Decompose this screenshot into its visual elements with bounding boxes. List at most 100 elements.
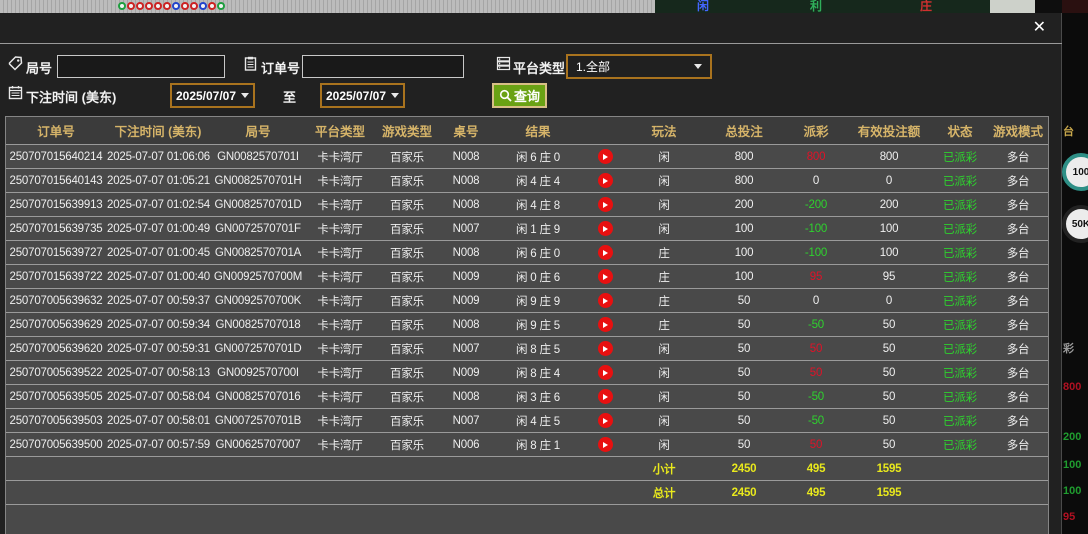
cell-total-bet: 100 [702, 216, 786, 241]
screen: 闲利庄 台 100 50K 彩 800 200 100 100 95 ✕ 局号 订单号 平台类型… [0, 0, 1088, 534]
cell-game-no: GN0092570700M [210, 264, 306, 289]
cell-mode: 多台 [988, 384, 1048, 409]
background-bet-zone: 闲利庄 [655, 0, 990, 13]
grand-total-end-spacer [932, 480, 1048, 505]
play-triangle [603, 393, 608, 400]
cell-game-type: 百家乐 [374, 336, 440, 361]
play-icon[interactable] [597, 365, 613, 380]
header-table_no: 桌号 [440, 117, 492, 145]
play-icon[interactable] [597, 197, 613, 212]
cell-platform: 卡卡湾厅 [306, 384, 374, 409]
cell-total-bet: 50 [702, 432, 786, 457]
cell-order-no: 250707005639629 [6, 312, 106, 337]
play-triangle [603, 321, 608, 328]
cell-payout: 0 [786, 168, 846, 193]
play-triangle [603, 297, 608, 304]
platform-type-value: 1.全部 [576, 60, 611, 74]
table-row: 250707015639913 2025-07-07 01:02:54 GN0082… [6, 192, 1048, 217]
date-to-picker[interactable]: 2025/07/07 [320, 83, 405, 108]
cell-valid-bet: 50 [846, 384, 932, 409]
play-triangle [603, 345, 608, 352]
cell-status: 已派彩 [932, 264, 988, 289]
play-triangle [603, 225, 608, 232]
cell-bet-side: 闲 [626, 216, 702, 241]
roadmap-dot [145, 2, 153, 10]
play-icon[interactable] [597, 413, 613, 428]
cell-mode: 多台 [988, 408, 1048, 433]
play-icon[interactable] [597, 389, 613, 404]
cell-result: 闲 9 庄 9 [492, 288, 584, 313]
subtotal-valid-bet: 1595 [846, 456, 932, 481]
cell-mode: 多台 [988, 360, 1048, 385]
play-icon[interactable] [597, 269, 613, 284]
cell-valid-bet: 50 [846, 432, 932, 457]
cell-play [584, 360, 626, 385]
cell-bet-side: 闲 [626, 336, 702, 361]
table-row: 250707005639629 2025-07-07 00:59:34 GN0082… [6, 312, 1048, 337]
table-row: 250707015639727 2025-07-07 01:00:45 GN0082… [6, 240, 1048, 265]
roadmap-dot [181, 2, 189, 10]
platform-type-select[interactable]: 1.全部 [566, 54, 712, 79]
play-icon[interactable] [597, 437, 613, 452]
play-icon[interactable] [597, 317, 613, 332]
cell-bet-time: 2025-07-07 01:00:49 [106, 216, 210, 241]
cell-game-no: GN0082570701D [210, 192, 306, 217]
cell-game-type: 百家乐 [374, 144, 440, 169]
date-from-picker[interactable]: 2025/07/07 [170, 83, 255, 108]
cell-game-no: GN00625707007 [210, 432, 306, 457]
cell-game-no: GN0072570701F [210, 216, 306, 241]
play-icon[interactable] [597, 173, 613, 188]
cell-mode: 多台 [988, 336, 1048, 361]
cell-game-no: GN0082570701I [210, 144, 306, 169]
cell-order-no: 250707005639500 [6, 432, 106, 457]
play-icon[interactable] [597, 149, 613, 164]
table-row: 250707015639722 2025-07-07 01:00:40 GN0092… [6, 264, 1048, 289]
play-icon[interactable] [597, 293, 613, 308]
background-text-fragment: 800 [1063, 381, 1082, 393]
query-button[interactable]: 查询 [492, 83, 548, 108]
close-icon[interactable]: ✕ [1033, 20, 1046, 36]
cell-platform: 卡卡湾厅 [306, 144, 374, 169]
cell-valid-bet: 200 [846, 192, 932, 217]
cell-result: 闲 1 庄 9 [492, 216, 584, 241]
cell-order-no: 250707015639913 [6, 192, 106, 217]
cell-status: 已派彩 [932, 312, 988, 337]
cell-payout: -50 [786, 384, 846, 409]
bet-history-table: 订单号 下注时间 (美东) 局号 平台类型 游戏类型 桌号 结果 玩法 总投注 派彩 有效投注额 状态… [5, 116, 1049, 534]
roadmap-dot [118, 2, 126, 10]
cell-bet-side: 闲 [626, 408, 702, 433]
play-triangle [603, 177, 608, 184]
cell-game-no: GN0082570701H [210, 168, 306, 193]
order-no-input[interactable] [302, 55, 464, 78]
cell-bet-time: 2025-07-07 00:59:37 [106, 288, 210, 313]
roadmap-dot [136, 2, 144, 10]
cell-bet-time: 2025-07-07 00:59:31 [106, 336, 210, 361]
cell-order-no: 250707005639632 [6, 288, 106, 313]
cell-table-no: N006 [440, 432, 492, 457]
cell-bet-time: 2025-07-07 00:59:34 [106, 312, 210, 337]
cell-play [584, 168, 626, 193]
play-icon[interactable] [597, 221, 613, 236]
cell-mode: 多台 [988, 432, 1048, 457]
cell-game-no: GN00825707018 [210, 312, 306, 337]
roadmap-dot [208, 2, 216, 10]
cell-payout: 800 [786, 144, 846, 169]
tag-icon [8, 56, 23, 71]
cell-status: 已派彩 [932, 144, 988, 169]
cell-game-no: GN0072570701D [210, 336, 306, 361]
cell-play [584, 240, 626, 265]
cell-bet-side: 闲 [626, 192, 702, 217]
background-panel-light [990, 0, 1035, 13]
background-text-fragment: 彩 [1063, 343, 1074, 355]
game-no-label: 局号 [26, 61, 53, 76]
cell-platform: 卡卡湾厅 [306, 336, 374, 361]
play-triangle [603, 441, 608, 448]
roadmap-dot [163, 2, 171, 10]
cell-total-bet: 50 [702, 312, 786, 337]
play-icon[interactable] [597, 341, 613, 356]
play-icon[interactable] [597, 245, 613, 260]
date-from-value: 2025/07/07 [175, 88, 237, 103]
cell-platform: 卡卡湾厅 [306, 408, 374, 433]
game-no-input[interactable] [57, 55, 225, 78]
cell-bet-side: 庄 [626, 264, 702, 289]
